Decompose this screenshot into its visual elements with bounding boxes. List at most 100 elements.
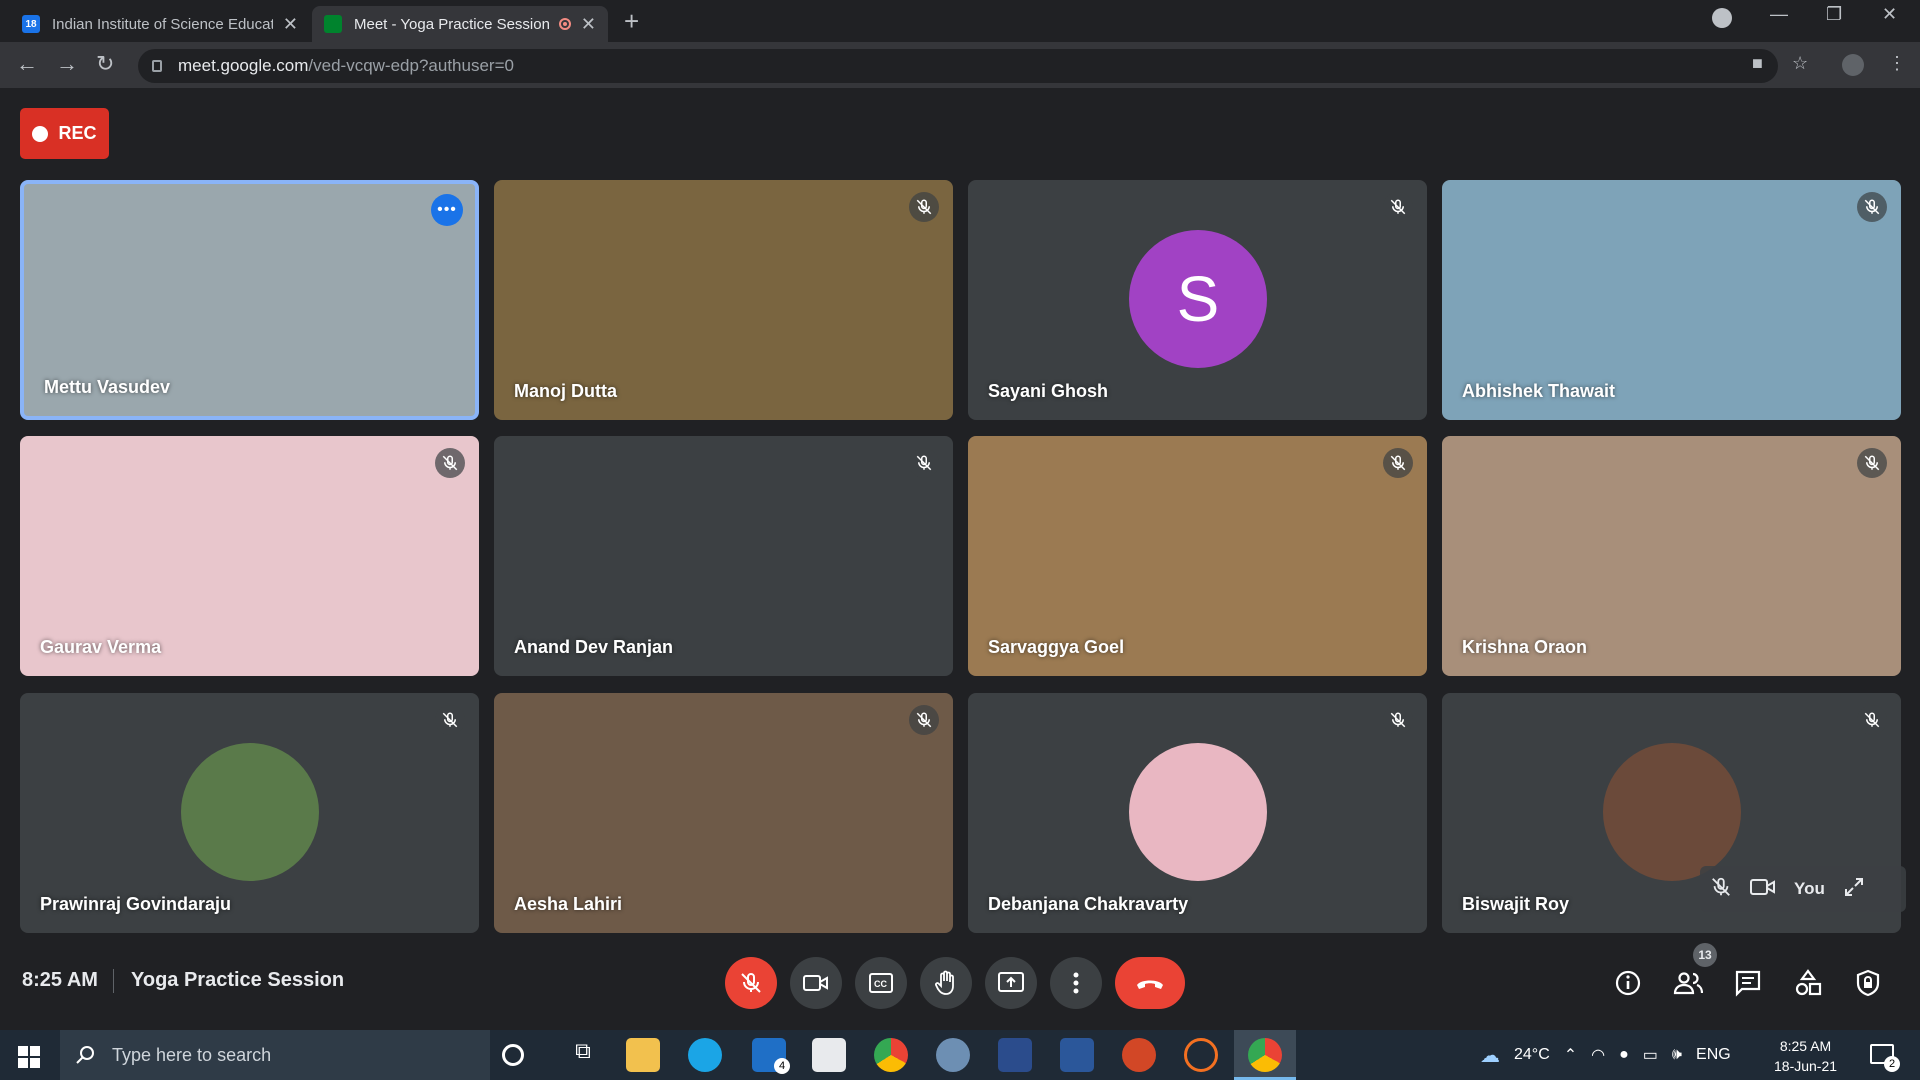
rec-label: REC	[58, 123, 97, 143]
participant-tile[interactable]: Krishna Oraon	[1442, 436, 1901, 676]
url-field[interactable]: meet.google.com /ved-vcqw-edp?authuser=0	[138, 49, 1778, 83]
expand-icon[interactable]	[1843, 876, 1865, 903]
task-view-icon[interactable]: ⧉	[566, 1038, 600, 1072]
kebab-menu-icon[interactable]: ⋮	[1888, 53, 1906, 74]
microphone-icon[interactable]: ●	[1619, 1046, 1629, 1064]
participant-name: Sarvaggya Goel	[988, 637, 1125, 657]
present-screen-button[interactable]	[985, 957, 1037, 1009]
paint-3d-icon[interactable]	[936, 1038, 970, 1072]
participant-name: Aesha Lahiri	[514, 894, 623, 914]
battery-icon[interactable]: ▭	[1643, 1045, 1658, 1065]
people-button[interactable]	[1670, 965, 1706, 1001]
participant-name: Sayani Ghosh	[988, 381, 1109, 401]
people-icon	[1673, 972, 1703, 995]
close-tab-icon[interactable]: ✕	[283, 14, 298, 35]
address-bar-row: ← → ↻ meet.google.com /ved-vcqw-edp?auth…	[0, 42, 1920, 88]
self-camera-icon[interactable]	[1750, 877, 1776, 902]
captions-button[interactable]: CC	[855, 957, 907, 1009]
meeting-details-button[interactable]	[1610, 965, 1646, 1001]
participant-tile[interactable]: Prawinraj Govindaraju	[20, 693, 479, 933]
powerpoint-icon[interactable]	[1122, 1038, 1156, 1072]
show-hidden-icons-chevron-icon[interactable]: ⌃	[1564, 1045, 1577, 1065]
recording-badge: REC	[20, 108, 109, 159]
tab-meet[interactable]: Meet - Yoga Practice Session ✕	[312, 6, 608, 42]
self-mic-off-icon[interactable]	[1710, 876, 1732, 903]
back-arrow-icon[interactable]: ←	[16, 51, 38, 77]
participant-photo-avatar	[1603, 743, 1741, 881]
weather-cloud-icon[interactable]: ☁	[1480, 1043, 1500, 1068]
chrome-icon[interactable]	[874, 1038, 908, 1072]
participant-tile[interactable]: Anand Dev Ranjan	[494, 436, 953, 676]
taskbar-search-input[interactable]: Type here to search	[60, 1030, 490, 1080]
meet-favicon-icon	[324, 15, 342, 33]
reload-icon[interactable]: ↻	[96, 51, 114, 77]
participant-tile[interactable]: Manoj Dutta	[494, 180, 953, 420]
activities-button[interactable]	[1790, 965, 1826, 1001]
meeting-title: Yoga Practice Session	[131, 969, 345, 991]
muted-mic-icon	[1857, 448, 1887, 478]
restore-button[interactable]: ❐	[1826, 4, 1842, 25]
paint-app-icon[interactable]	[812, 1038, 846, 1072]
jupyter-icon[interactable]	[1184, 1038, 1218, 1072]
profile-menu-icon[interactable]	[1712, 8, 1732, 28]
chat-icon	[1735, 970, 1761, 997]
captions-icon: CC	[869, 973, 893, 993]
forward-arrow-icon[interactable]: →	[56, 51, 78, 77]
tab-bar: 18 Indian Institute of Science Educat ✕ …	[0, 0, 1920, 42]
leave-call-button[interactable]	[1115, 957, 1185, 1009]
windows-start-icon[interactable]	[18, 1046, 40, 1073]
tile-options-icon[interactable]: •••	[431, 194, 463, 226]
mic-toggle-button[interactable]	[725, 957, 777, 1009]
weather-temp[interactable]: 24°C	[1514, 1046, 1550, 1064]
wifi-icon[interactable]: ◠	[1591, 1045, 1605, 1065]
participant-tile[interactable]: Debanjana Chakravarty	[968, 693, 1427, 933]
participant-tile[interactable]: Sarvaggya Goel	[968, 436, 1427, 676]
chrome-active-icon[interactable]	[1248, 1038, 1282, 1072]
host-controls-button[interactable]	[1850, 965, 1886, 1001]
minimize-button[interactable]: —	[1770, 4, 1788, 25]
tab-iiser[interactable]: 18 Indian Institute of Science Educat ✕	[10, 6, 310, 42]
muted-mic-icon	[1857, 192, 1887, 222]
profile-avatar[interactable]	[1842, 54, 1864, 76]
more-options-button[interactable]	[1050, 957, 1102, 1009]
self-view-controls: You	[1700, 866, 1906, 912]
muted-mic-icon	[909, 448, 939, 478]
participant-tile[interactable]: Aesha Lahiri	[494, 693, 953, 933]
chat-button[interactable]	[1730, 965, 1766, 1001]
participant-name: Prawinraj Govindaraju	[40, 894, 232, 914]
muted-mic-icon	[1383, 448, 1413, 478]
muted-mic-icon	[1383, 192, 1413, 222]
raise-hand-button[interactable]	[920, 957, 972, 1009]
taskbar-clock[interactable]: 8:25 AM 18-Jun-21	[1774, 1036, 1837, 1076]
close-tab-icon[interactable]: ✕	[581, 14, 596, 35]
bookmark-star-icon[interactable]: ☆	[1792, 53, 1808, 74]
tab-title: Indian Institute of Science Educat	[52, 15, 273, 33]
participant-tile[interactable]: S Sayani Ghosh	[968, 180, 1427, 420]
participant-initial-avatar: S	[1129, 230, 1267, 368]
participant-name: Krishna Oraon	[1462, 637, 1588, 657]
windows-taskbar: Type here to search ⧉ 4 ☁ 24°C ⌃ ◠ ● ▭ 🕪…	[0, 1030, 1920, 1080]
participant-name: Anand Dev Ranjan	[514, 637, 674, 657]
present-icon	[998, 972, 1024, 992]
file-explorer-icon[interactable]	[626, 1038, 660, 1072]
system-tray: ☁ 24°C ⌃ ◠ ● ▭ 🕪 ENG	[1480, 1030, 1731, 1080]
camera-permission-icon[interactable]: ■	[1752, 53, 1763, 74]
activities-icon	[1795, 969, 1822, 996]
participant-name: Mettu Vasudev	[44, 377, 171, 397]
participant-tile[interactable]: Abhishek Thawait	[1442, 180, 1901, 420]
participant-name: Abhishek Thawait	[1462, 381, 1616, 401]
meeting-controls-bar: 8:25 AM Yoga Practice Session CC 13	[0, 943, 1920, 1030]
cortana-icon[interactable]	[502, 1044, 524, 1066]
new-tab-button[interactable]: +	[624, 6, 639, 37]
meeting-time: 8:25 AM	[22, 969, 98, 991]
word-icon[interactable]	[1060, 1038, 1094, 1072]
participant-tile[interactable]: Gaurav Verma	[20, 436, 479, 676]
language-indicator[interactable]: ENG	[1696, 1046, 1731, 1064]
close-window-button[interactable]: ✕	[1882, 4, 1897, 25]
edge-icon[interactable]	[688, 1038, 722, 1072]
divider	[113, 969, 114, 993]
participant-tile[interactable]: ••• Mettu Vasudev	[20, 180, 479, 420]
camera-toggle-button[interactable]	[790, 957, 842, 1009]
volume-icon[interactable]: 🕪	[1672, 1046, 1682, 1064]
dev-cpp-icon[interactable]	[998, 1038, 1032, 1072]
